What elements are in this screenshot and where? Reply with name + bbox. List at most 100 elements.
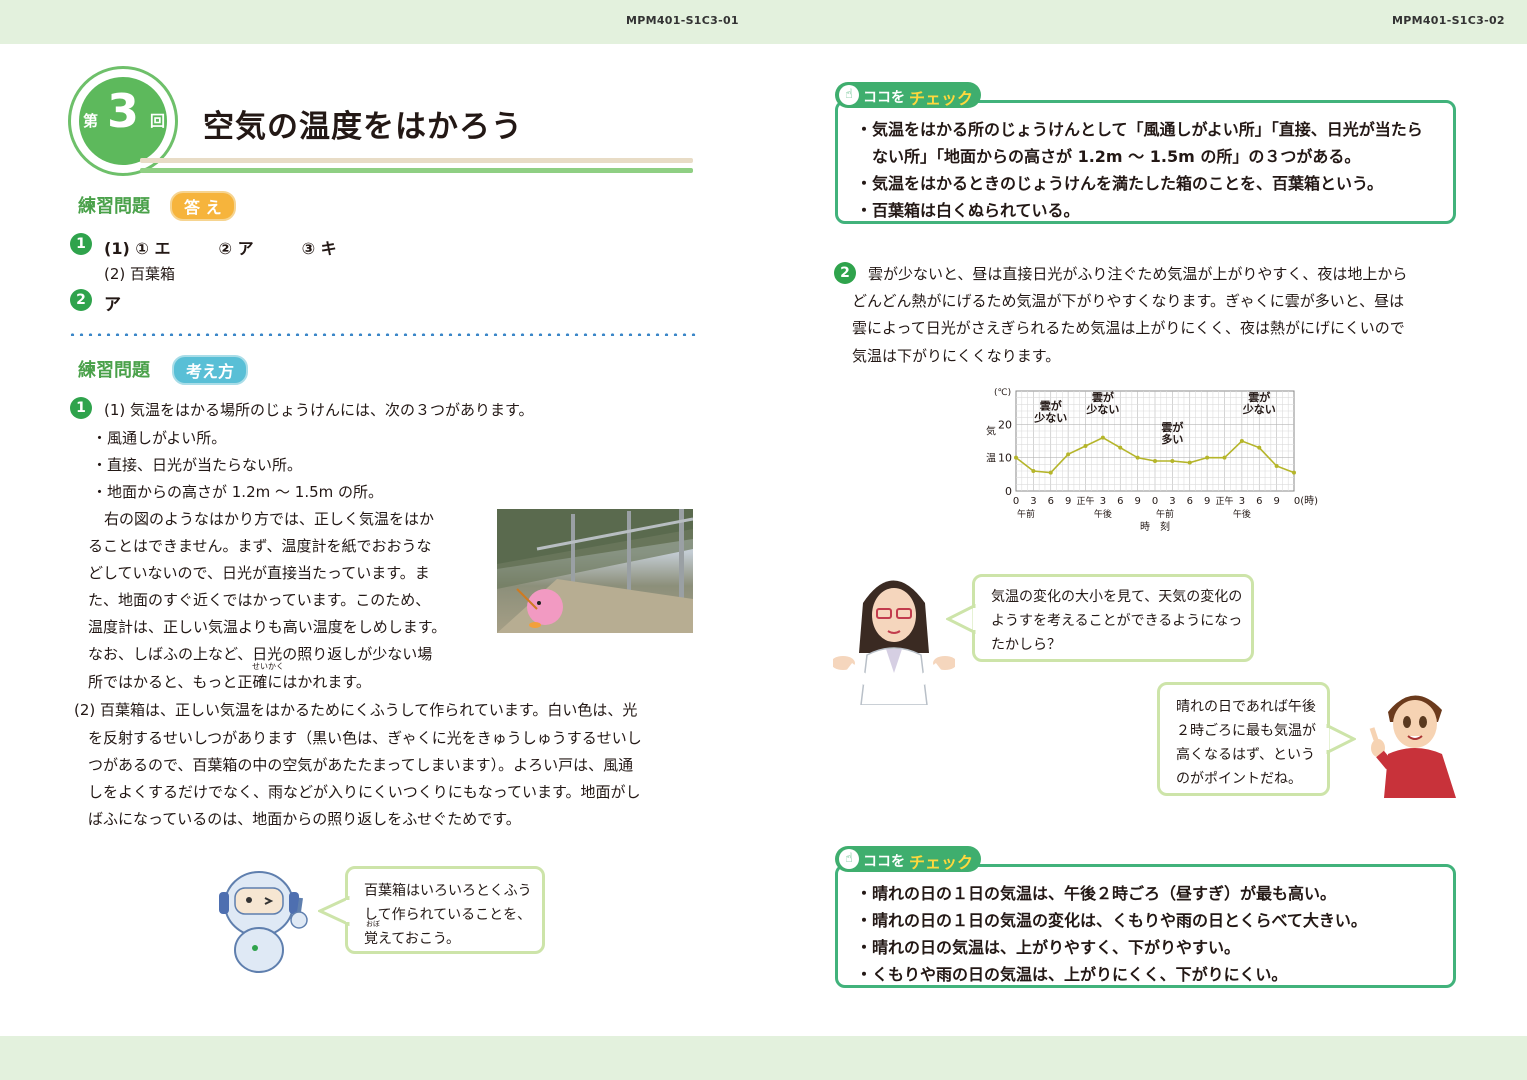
chart-x-tick-label: 9	[1065, 496, 1071, 507]
chart-annotation: 少ない	[1242, 402, 1276, 416]
temperature-data-point	[1153, 459, 1157, 463]
robot-mascot-illustration	[215, 866, 315, 976]
check1-line: ない所」「地面からの高さが 1.2m 〜 1.5m の所」の３つがある。	[856, 147, 1361, 166]
check1-line: ・気温をはかる所のじょうけんとして「風通しがよい所」「直接、日光が当たら	[856, 120, 1423, 139]
explain-line: 雲が少ないと、昼は直接日光がふり注ぐため気温が上がりやすく、夜は地上から	[868, 265, 1408, 283]
check2-line: ・晴れの日の１日の気温の変化は、くもりや雨の日とくらべて大きい。	[856, 911, 1367, 930]
lesson-kai: 回	[150, 112, 166, 130]
boy-bubble-line: のがポイントだね。	[1176, 771, 1302, 787]
thinking-line: 温度計は、正しい気温よりも高い温度をしめします。	[88, 618, 447, 636]
page-code-right: MPM401-S1C3-02	[1392, 14, 1505, 27]
chart-x-sub-label: 午後	[1233, 508, 1251, 520]
answer-1-line1: (1) ① エ ② ア ③ キ	[104, 239, 337, 258]
chart-y-label: 温	[986, 453, 996, 465]
page-code-left: MPM401-S1C3-01	[626, 14, 739, 27]
check2-line: ・くもりや雨の日の気温は、上がりにくく、下がりにくい。	[856, 965, 1288, 984]
check-tab-1: ☝ ココを チェック	[835, 82, 981, 108]
temperature-line-chart: 01020(℃)気温0 3 6 9 正午 3 6 9 0 3 6 9 正午 3 6 9 0(時)午前 午後 午前 午後…	[986, 388, 1318, 533]
answer-2-number: 2	[70, 289, 92, 311]
chart-x-tick-label: 0	[1152, 496, 1158, 507]
teacher-speech-bubble: 気温の変化の大小を見て、天気の変化の ようすを考えることができるようになっ たか…	[972, 574, 1254, 662]
thermometer-photo	[497, 509, 693, 633]
check-tab-check: チェック	[909, 853, 974, 872]
temperature-data-point	[1048, 470, 1053, 475]
chart-x-sub-label: 午前	[1017, 508, 1035, 520]
temperature-data-point	[1239, 439, 1244, 443]
boy-bubble-tail	[1326, 724, 1356, 754]
thinking-line: ・地面からの高さが 1.2m 〜 1.5m の所。	[92, 483, 384, 501]
thinking-line: ・風通しがよい所。	[92, 429, 227, 447]
check-tab-coco: ココを	[863, 90, 905, 106]
boy-speech-bubble: 晴れの日であれば午後 ２時ごろに最も気温が 高くなるはず、という のがポイントだ…	[1157, 682, 1330, 796]
thinking-line: た、地面のすぐ近くではかっています。このため、	[88, 591, 431, 609]
teacher-bubble-line: たかしら？	[991, 637, 1061, 653]
explain-line: 雲によって日光がさえぎられるため気温は上がりにくく、夜は熱がにげにくいので	[852, 319, 1405, 337]
check-box-2: ・晴れの日の１日の気温は、午後２時ごろ（昼すぎ）が最も高い。 ・晴れの日の１日の…	[835, 864, 1456, 988]
temperature-data-point	[1187, 460, 1192, 465]
chart-y-unit: (℃)	[994, 388, 1011, 398]
temperature-data-point	[1170, 459, 1175, 463]
temperature-data-point	[1292, 470, 1296, 475]
chart-x-tick-label: 6	[1048, 496, 1054, 507]
check1-line: ・百葉箱は白くぬられている。	[856, 201, 1080, 220]
robot-bubble-line: 百葉箱はいろいろとくふう	[364, 883, 532, 899]
boy-illustration	[1366, 682, 1458, 798]
chart-y-tick-label: 10	[998, 452, 1012, 465]
chart-x-tick-label: 9	[1134, 496, 1140, 507]
temperature-data-point	[1014, 455, 1018, 460]
chart-y-tick-label: 0	[1005, 485, 1012, 498]
thinking-badge: 考え方	[172, 355, 249, 385]
chart-x-tick-label: 6	[1117, 496, 1123, 507]
temperature-data-point	[1222, 455, 1227, 460]
thinking-2-line: ばふになっているのは、地面からの照り返しをふせぐためです。	[88, 810, 521, 828]
chart-x-tick-label: 3	[1100, 496, 1106, 507]
chart-x-axis-label: 時 刻	[1140, 520, 1170, 533]
explain-line: 気温は下がりにくくなります。	[852, 347, 1061, 365]
thinking-line: 所ではかると、もっと正確にはかれます。	[88, 673, 371, 691]
temperature-data-point	[1135, 455, 1140, 460]
practice-label-answers: 練習問題	[78, 196, 150, 217]
page-title: 空気の温度をはかろう	[203, 109, 523, 145]
check-box-1: ・気温をはかる所のじょうけんとして「風通しがよい所」「直接、日光が当たら ない所…	[835, 100, 1456, 224]
chart-x-tick-label: 0(時)	[1294, 495, 1318, 507]
chart-x-tick-label: 正午	[1215, 495, 1233, 507]
chart-y-tick-label: 20	[998, 418, 1012, 431]
explain-line: どんどん熱がにげるため気温が下がりやすくなります。ぎゃくに雲が多いと、昼は	[852, 292, 1405, 310]
boy-bubble-line: 高くなるはず、という	[1176, 747, 1316, 763]
answers-badge: 答 え	[170, 191, 236, 221]
thinking-line: (1) 気温をはかる場所のじょうけんには、次の３つがあります。	[104, 401, 534, 419]
temperature-data-point	[1083, 444, 1088, 448]
header-band	[0, 0, 1527, 44]
teacher-bubble-line: 気温の変化の大小を見て、天気の変化の	[991, 589, 1243, 605]
temperature-data-point	[1100, 435, 1105, 440]
thinking-line: ることはできません。まず、温度計を紙でおおうな	[88, 537, 432, 555]
chart-annotation: 雲が	[1092, 390, 1114, 404]
robot-bubble-line: して作られていることを、	[364, 907, 532, 923]
footer-band	[0, 1036, 1527, 1080]
chart-y-label: 気	[986, 424, 996, 437]
check1-line: ・気温をはかるときのじょうけんを満たした箱のことを、百葉箱という。	[856, 174, 1384, 193]
robot-bubble-line: 覚えておこう。	[364, 931, 461, 947]
thinking-2-line: (2) 百葉箱は、正しい気温をはかるためにくふうして作られています。白い色は、光	[74, 701, 638, 719]
chart-x-tick-label: 3	[1239, 496, 1245, 507]
chart-annotation: 雲が	[1040, 398, 1062, 412]
lesson-number: 3	[107, 84, 140, 138]
thinking-line: ・直接、日光が当たらない所。	[92, 456, 303, 474]
thinking-2-line: つがあるので、百葉箱の中の空気があたたまってしまいます）。よろい戸は、風通	[88, 756, 634, 774]
chart-x-tick-label: 正午	[1076, 495, 1094, 507]
chart-x-sub-label: 午後	[1094, 508, 1112, 520]
practice-label-thinking: 練習問題	[78, 360, 150, 381]
teacher-illustration	[831, 563, 957, 706]
boy-bubble-line: ２時ごろに最も気温が	[1176, 723, 1316, 739]
thumbs-up-icon: ☝	[839, 85, 859, 105]
temperature-data-point	[1066, 452, 1071, 457]
teacher-bubble-tail	[946, 604, 976, 634]
answer-2-value: ア	[104, 295, 121, 315]
robot-bubble-tail	[318, 896, 350, 926]
chart-x-tick-label: 3	[1169, 496, 1175, 507]
thinking-line: どしていないので、日光が直接当たっています。ま	[88, 564, 430, 582]
chart-annotation: 少ない	[1033, 410, 1067, 424]
check-tab-2: ☝ ココを チェック	[835, 846, 981, 872]
robot-speech-bubble: 百葉箱はいろいろとくふう して作られていることを、 おぼ 覚えておこう。	[345, 866, 545, 954]
thinking-2-line: しをよくするだけでなく、雨などが入りにくいつくりにもなっています。地面がし	[88, 783, 641, 801]
